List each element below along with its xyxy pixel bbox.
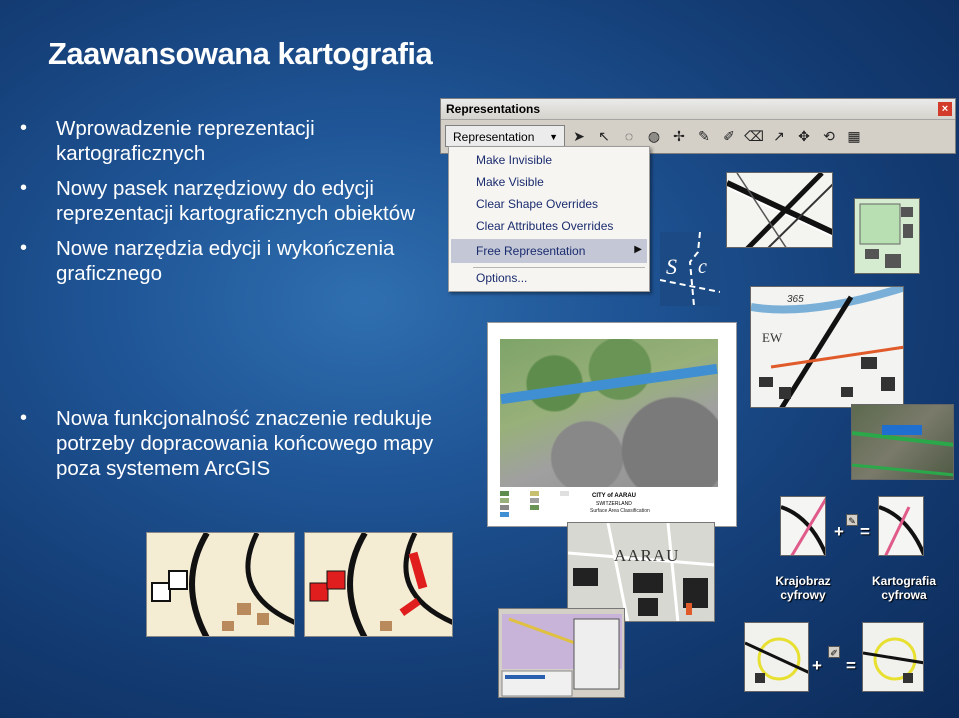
equation-thumb-2 [878,496,924,556]
bullet-representations: Wprowadzenie reprezentacji kartograficzn… [20,116,440,166]
map-thumb-roads [726,172,833,248]
slide-title: Zaawansowana kartografia [48,36,433,71]
lasso-icon[interactable]: ◌ [618,125,640,147]
eraser-icon[interactable]: ⌫ [743,125,765,147]
rotate-icon[interactable]: ⟲ [818,125,840,147]
menu-item-clear-attributes-overrides[interactable]: Clear Attributes Overrides [476,219,613,233]
equation-thumb-4 [862,622,924,692]
equation-thumb-3 [744,622,809,692]
bottom-bullet-list: Nowa funkcjonalność znaczenie redukuje p… [20,406,440,481]
bullet-functionality: Nowa funkcjonalność znaczenie redukuje p… [20,406,440,481]
map-thumb-before [146,532,295,637]
menu-item-free-representation[interactable]: Free Representation [476,244,585,258]
equation-thumb-1-graphic [781,497,825,555]
map-legend [500,491,590,521]
river-graphic [500,363,718,405]
after-graphic [309,533,452,636]
menu-separator [473,267,645,268]
map-thumb-aarau-streets [567,522,715,622]
map-label-ew: EW [762,330,783,345]
before-graphic [151,533,294,636]
properties-icon[interactable]: ▦ [843,125,865,147]
map-thumb-aerial [851,404,954,480]
equals-operator-2: = [846,656,856,675]
map-thumb-town [750,286,904,408]
vertex-edit-icon[interactable]: ✐ [718,125,740,147]
menu-item-clear-shape-overrides[interactable]: Clear Shape Overrides [476,197,598,211]
direct-select-icon[interactable]: ↖ [593,125,615,147]
representation-dropdown-label: Representation [453,130,535,144]
equals-operator-1: = [860,522,870,541]
representation-context-menu: Make Invisible Make Visible Clear Shape … [448,146,650,292]
pen-icon: ✎ [846,514,858,526]
map-subtitle: Surface Area Classification [590,508,650,514]
map-image [500,339,718,487]
map-thumb-arcmap [498,608,625,698]
submenu-arrow-icon: ▶ [634,244,642,255]
toolbar-title: Representations [441,99,955,120]
map-thumb-after [304,532,453,637]
map-city-title: CITY of AARAU [592,493,636,499]
map-country: SWITZERLAND [596,501,632,507]
menu-item-make-invisible[interactable]: Make Invisible [476,153,552,167]
map-thumb-park [854,198,920,274]
representation-dropdown[interactable]: Representation ▼ [445,125,565,147]
aerial-graphic [852,425,953,477]
aarau-surface-map: CITY of AARAU SWITZERLAND Surface Area C… [487,322,737,527]
move-icon[interactable]: ✥ [793,125,815,147]
menu-item-make-visible[interactable]: Make Visible [476,175,544,189]
bullet-toolbar: Nowy pasek narzędziowy do edycji repreze… [20,176,440,226]
line-tool-icon[interactable]: ↗ [768,125,790,147]
map-label-365: 365 [787,294,804,305]
map-thumb-labels: S c [660,232,720,306]
pen-icon[interactable]: ✎ [693,125,715,147]
map-label-c: c [698,256,707,278]
town-graphic [751,287,903,407]
caption-kartografia: Kartografia cyfrowa [871,574,936,602]
close-icon[interactable]: × [938,102,952,116]
lasso-select-icon[interactable]: ◍ [643,125,665,147]
equation-thumb-1 [780,496,826,556]
map-label-s: S [666,254,677,279]
select-arrow-icon[interactable]: ➤ [568,125,590,147]
marker-icon[interactable]: ✢ [668,125,690,147]
park-graphic [859,203,913,268]
map-label-aarau: AARAU [614,546,680,565]
plus-operator-1: + [834,522,844,541]
roads-graphic [727,173,832,247]
caption-krajobraz: Krajobraz cyfrowy [775,574,831,602]
arcmap-graphic [501,614,622,697]
vertex-edit-icon: ✐ [828,646,840,658]
bullet-tools: Nowe narzędzia edycji i wykończenia graf… [20,236,440,286]
menu-item-options[interactable]: Options... [476,271,527,285]
top-bullet-list: Wprowadzenie reprezentacji kartograficzn… [20,116,440,296]
equation-thumb-3-graphic [745,637,808,683]
equation-thumb-4-graphic [863,637,923,683]
plus-operator-2: + [812,656,822,675]
chevron-down-icon: ▼ [549,132,558,142]
equation-thumb-2-graphic [879,505,923,555]
